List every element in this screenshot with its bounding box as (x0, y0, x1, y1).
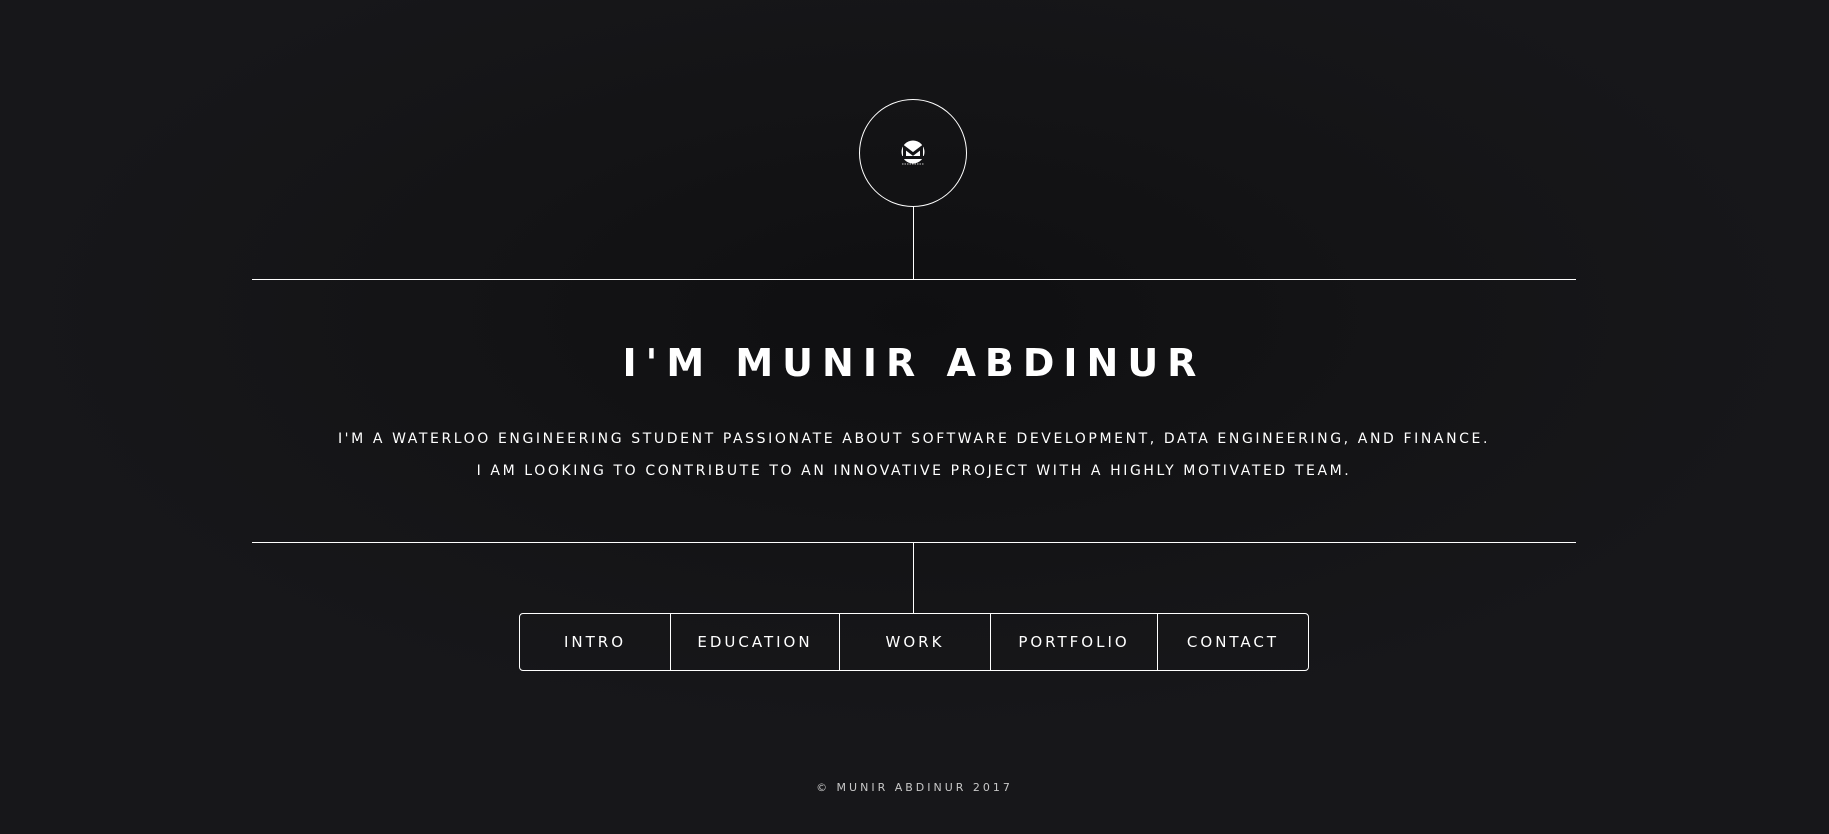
logo-circle[interactable] (859, 99, 967, 207)
page: I'M MUNIR ABDINUR I'M A WATERLOO ENGINEE… (0, 0, 1829, 834)
monero-logo-icon (901, 140, 925, 165)
hero-title: I'M MUNIR ABDINUR (622, 341, 1206, 385)
nav-item-intro[interactable]: INTRO (520, 614, 671, 670)
footer-copyright: © MUNIR ABDINUR 2017 (816, 781, 1013, 794)
hero-subtitle-line-1: I'M A WATERLOO ENGINEERING STUDENT PASSI… (337, 431, 1491, 447)
nav-item-work[interactable]: WORK (840, 614, 991, 670)
connector-line-top (913, 207, 914, 279)
nav-item-education[interactable]: EDUCATION (671, 614, 840, 670)
nav-item-portfolio[interactable]: PORTFOLIO (991, 614, 1158, 670)
connector-line-bottom (913, 543, 914, 613)
nav-item-contact[interactable]: CONTACT (1158, 614, 1308, 670)
main-nav: INTRO EDUCATION WORK PORTFOLIO CONTACT (519, 613, 1309, 671)
hero-subtitle-line-2: I AM LOOKING TO CONTRIBUTE TO AN INNOVAT… (476, 463, 1352, 479)
divider-bottom (252, 542, 1576, 543)
hero-section: I'M MUNIR ABDINUR I'M A WATERLOO ENGINEE… (252, 280, 1576, 542)
hero-subtitle: I'M A WATERLOO ENGINEERING STUDENT PASSI… (252, 423, 1576, 487)
